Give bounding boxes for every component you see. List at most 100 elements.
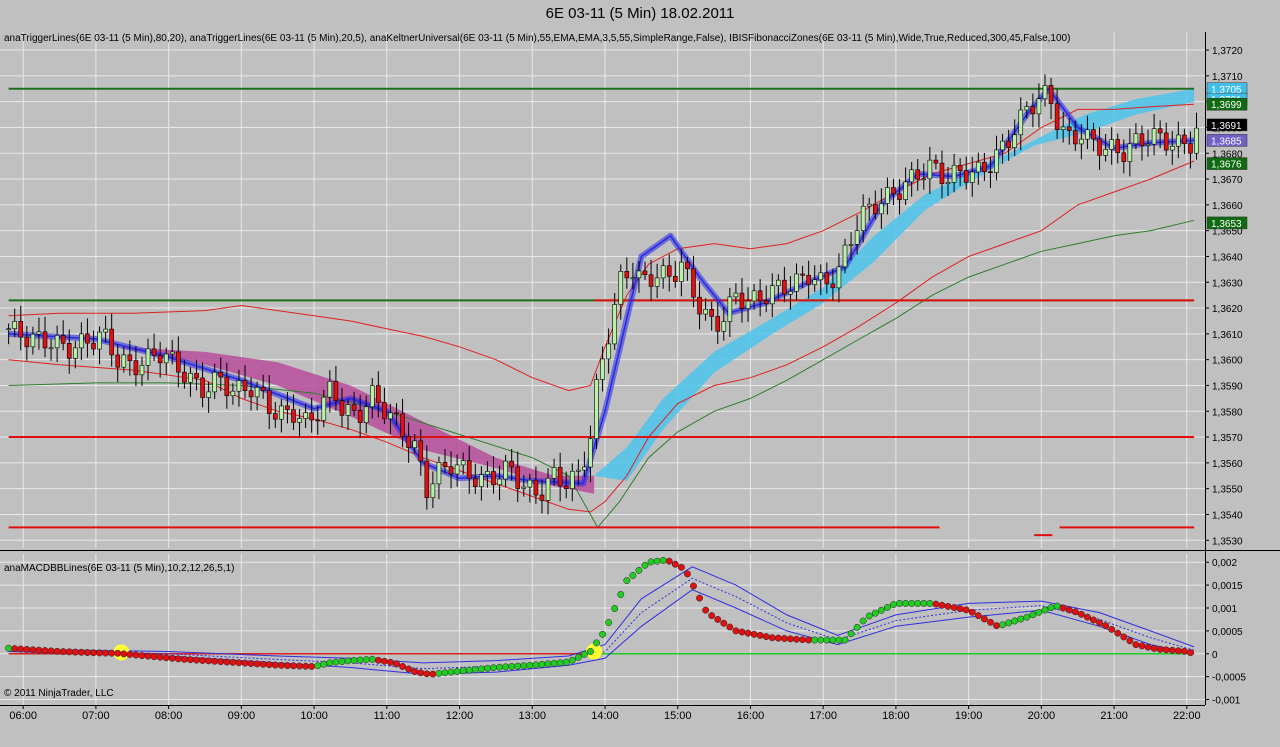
- macd-dot-down: [235, 659, 243, 667]
- price-label-text: 1,3676: [1211, 160, 1242, 171]
- macd-dot-down: [1120, 633, 1128, 641]
- macd-dot-down: [205, 657, 213, 665]
- macd-dot-down: [217, 658, 225, 666]
- candle-body-up: [206, 391, 211, 398]
- candle-body-up: [618, 271, 624, 305]
- candle-body-up: [885, 187, 890, 204]
- macd-dot-up: [496, 663, 503, 671]
- macd-dot-down: [1077, 610, 1085, 618]
- macd-dot-up: [556, 659, 564, 667]
- chart-canvas[interactable]: 06:00 07:00 08:00 09:00 10:00 11:00 12:00 13:00…: [0, 0, 1280, 747]
- candle-body-up: [79, 333, 84, 349]
- price-label: 1,3653: [1206, 216, 1248, 230]
- candle-body-up: [1151, 128, 1157, 145]
- candle-body-up: [1036, 98, 1042, 115]
- candle-body-up: [454, 464, 460, 475]
- macd-dot-down: [938, 601, 946, 609]
- macd-dot-down: [259, 660, 267, 668]
- x-tick-label: 10:00: [300, 710, 328, 722]
- candle-body-up: [230, 390, 236, 397]
- candle-body-down: [715, 316, 721, 332]
- candle-body-down: [1097, 138, 1102, 156]
- macd-dot-up: [332, 658, 340, 666]
- macd-dot-up: [502, 663, 510, 671]
- candle-body-down: [176, 351, 181, 373]
- macd-dot-up: [865, 612, 873, 620]
- macd-dot-up: [587, 648, 594, 655]
- candle-body-down: [357, 409, 363, 423]
- candle-body-up: [460, 460, 466, 466]
- macd-dot-down: [708, 612, 716, 620]
- candle-body-down: [1066, 126, 1072, 131]
- candle-body-up: [73, 347, 78, 359]
- macd-dot-down: [187, 656, 194, 664]
- macd-dot-down: [1168, 646, 1176, 654]
- candle-body-up: [733, 292, 739, 298]
- candle-body-up: [679, 261, 684, 282]
- macd-dot-up: [890, 601, 897, 609]
- candle-body-down: [333, 381, 339, 401]
- macd-dot-down: [162, 654, 170, 662]
- macd-dot-down: [180, 655, 188, 663]
- candle-body-down: [285, 405, 290, 410]
- candle: [594, 373, 599, 449]
- candle-body-up: [327, 381, 333, 398]
- macd-dot-up: [490, 664, 497, 672]
- macd-dot-down: [1090, 616, 1097, 624]
- macd-indicator-label: anaMACDBBLines(6E 03-11 (5 Min),10,2,12,…: [4, 563, 235, 574]
- macd-dot-down: [1071, 608, 1079, 616]
- macd-dot-down: [393, 660, 400, 668]
- macd-dot-down: [987, 618, 994, 626]
- candle-body-down: [648, 274, 654, 287]
- macd-dot-down: [756, 631, 764, 639]
- candle-body-down: [194, 373, 199, 379]
- candle-body-up: [545, 478, 551, 501]
- candle-body-up: [909, 169, 914, 183]
- macd-dot-down: [17, 645, 25, 653]
- candle-body-up: [1176, 134, 1181, 147]
- macd-dot-up: [871, 609, 879, 617]
- macd-dot-down: [696, 594, 703, 602]
- macd-dot-down: [47, 647, 55, 655]
- macd-dot-up: [635, 566, 643, 574]
- candle-body-down: [1163, 132, 1169, 151]
- macd-dot-down: [156, 653, 164, 661]
- y-tick-label: 1,3630: [1212, 278, 1243, 289]
- candle-body-down: [466, 460, 472, 479]
- candle-body-down: [260, 386, 266, 391]
- x-tick-label: 18:00: [882, 710, 910, 722]
- macd-dot-down: [950, 604, 958, 611]
- y-tick-label: 1,3530: [1212, 536, 1243, 547]
- candle-body-down: [642, 270, 648, 276]
- candle-body-up: [36, 331, 42, 335]
- candle-body-down: [376, 385, 381, 403]
- candle-body-down: [248, 390, 254, 398]
- candle-body-down: [557, 467, 563, 487]
- candle-body-up: [479, 474, 484, 487]
- candle-body-up: [345, 404, 351, 416]
- y-tick-label: 0,0005: [1212, 627, 1243, 638]
- candle-body-up: [842, 244, 848, 268]
- macd-dot-down: [962, 606, 970, 614]
- macd-dot-up: [926, 599, 934, 607]
- candle-body-down: [382, 402, 387, 420]
- candle-body-down: [127, 354, 133, 361]
- candle-body-up: [727, 296, 733, 322]
- macd-dot-down: [53, 647, 61, 655]
- candle-body-down: [624, 271, 630, 279]
- candle-body-up: [945, 182, 951, 185]
- candle-body-up: [721, 321, 727, 332]
- candle-body-down: [957, 164, 963, 171]
- candle-body-down: [115, 354, 121, 368]
- candle-body-up: [1018, 109, 1024, 136]
- candle-body-up: [994, 149, 999, 173]
- macd-dot-down: [1144, 643, 1152, 651]
- macd-dot-up: [829, 636, 837, 644]
- candle-body-up: [969, 171, 975, 183]
- macd-dot-up: [435, 669, 443, 677]
- candle-body-down: [873, 203, 878, 215]
- candle-body-up: [297, 418, 302, 423]
- candle-body-up: [854, 230, 860, 245]
- candle-body-down: [563, 485, 569, 489]
- macd-dot-up: [641, 561, 649, 569]
